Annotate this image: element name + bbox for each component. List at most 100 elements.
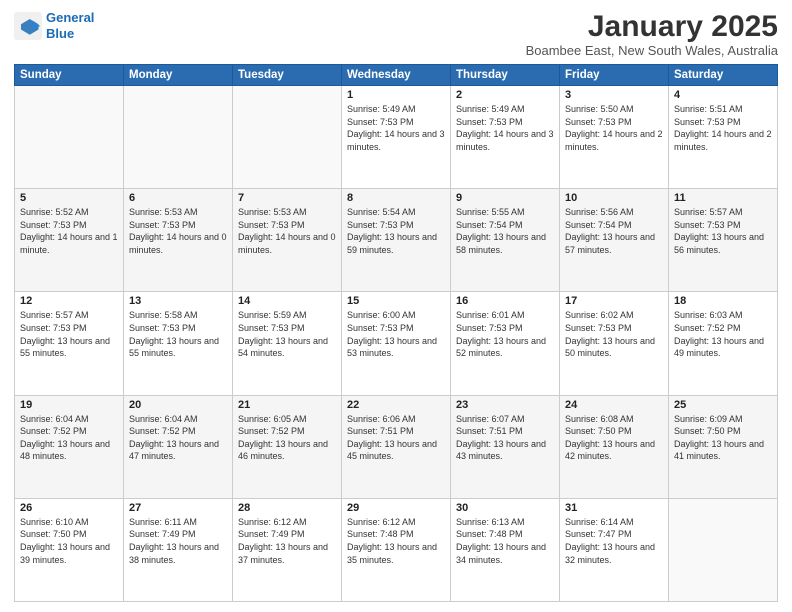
cell-details: Sunrise: 5:57 AM Sunset: 7:53 PM Dayligh… <box>20 309 118 359</box>
cell-details: Sunrise: 6:04 AM Sunset: 7:52 PM Dayligh… <box>20 413 118 463</box>
calendar-cell: 21 Sunrise: 6:05 AM Sunset: 7:52 PM Dayli… <box>233 395 342 498</box>
cell-details: Sunrise: 6:05 AM Sunset: 7:52 PM Dayligh… <box>238 413 336 463</box>
weekday-header-sunday: Sunday <box>15 65 124 86</box>
calendar-cell: 4 Sunrise: 5:51 AM Sunset: 7:53 PM Daylig… <box>669 86 778 189</box>
calendar-cell: 15 Sunrise: 6:00 AM Sunset: 7:53 PM Dayli… <box>342 292 451 395</box>
day-number: 1 <box>347 89 445 101</box>
calendar-cell: 6 Sunrise: 5:53 AM Sunset: 7:53 PM Daylig… <box>124 189 233 292</box>
cell-details: Sunrise: 5:49 AM Sunset: 7:53 PM Dayligh… <box>347 103 445 153</box>
cell-details: Sunrise: 5:52 AM Sunset: 7:53 PM Dayligh… <box>20 206 118 256</box>
weekday-header-tuesday: Tuesday <box>233 65 342 86</box>
logo-line2: Blue <box>46 26 74 41</box>
weekday-header-thursday: Thursday <box>451 65 560 86</box>
cell-details: Sunrise: 6:14 AM Sunset: 7:47 PM Dayligh… <box>565 516 663 566</box>
calendar-week-row: 12Sunrise: 5:57 AM Sunset: 7:53 PM Dayli… <box>15 292 778 395</box>
calendar-cell: 29 Sunrise: 6:12 AM Sunset: 7:48 PM Dayli… <box>342 498 451 601</box>
day-number: 11 <box>674 192 772 204</box>
day-number: 5 <box>20 192 118 204</box>
cell-details: Sunrise: 5:57 AM Sunset: 7:53 PM Dayligh… <box>674 206 772 256</box>
day-number: 10 <box>565 192 663 204</box>
cell-details: Sunrise: 6:00 AM Sunset: 7:53 PM Dayligh… <box>347 309 445 359</box>
day-number: 13 <box>129 295 227 307</box>
day-number: 16 <box>456 295 554 307</box>
cell-details: Sunrise: 6:03 AM Sunset: 7:52 PM Dayligh… <box>674 309 772 359</box>
calendar-cell: 24Sunrise: 6:08 AM Sunset: 7:50 PM Dayli… <box>560 395 669 498</box>
day-number: 18 <box>674 295 772 307</box>
calendar-cell: 27Sunrise: 6:11 AM Sunset: 7:49 PM Dayli… <box>124 498 233 601</box>
weekday-header-monday: Monday <box>124 65 233 86</box>
cell-details: Sunrise: 5:55 AM Sunset: 7:54 PM Dayligh… <box>456 206 554 256</box>
day-number: 29 <box>347 502 445 514</box>
logo-icon <box>14 12 42 40</box>
calendar-cell: 28 Sunrise: 6:12 AM Sunset: 7:49 PM Dayli… <box>233 498 342 601</box>
cell-details: Sunrise: 6:04 AM Sunset: 7:52 PM Dayligh… <box>129 413 227 463</box>
day-number: 6 <box>129 192 227 204</box>
cell-details: Sunrise: 6:09 AM Sunset: 7:50 PM Dayligh… <box>674 413 772 463</box>
day-number: 8 <box>347 192 445 204</box>
calendar-cell: 10 Sunrise: 5:56 AM Sunset: 7:54 PM Dayli… <box>560 189 669 292</box>
day-number: 27 <box>129 502 227 514</box>
calendar-cell: 7Sunrise: 5:53 AM Sunset: 7:53 PM Daylig… <box>233 189 342 292</box>
day-number: 2 <box>456 89 554 101</box>
weekday-header-row: SundayMondayTuesdayWednesdayThursdayFrid… <box>15 65 778 86</box>
weekday-header-wednesday: Wednesday <box>342 65 451 86</box>
calendar-cell: 20 Sunrise: 6:04 AM Sunset: 7:52 PM Dayli… <box>124 395 233 498</box>
cell-details: Sunrise: 5:53 AM Sunset: 7:53 PM Dayligh… <box>238 206 336 256</box>
calendar-week-row: 1 Sunrise: 5:49 AM Sunset: 7:53 PM Daylig… <box>15 86 778 189</box>
calendar-cell: 13Sunrise: 5:58 AM Sunset: 7:53 PM Dayli… <box>124 292 233 395</box>
calendar-cell <box>124 86 233 189</box>
day-number: 17 <box>565 295 663 307</box>
calendar-cell: 26Sunrise: 6:10 AM Sunset: 7:50 PM Dayli… <box>15 498 124 601</box>
cell-details: Sunrise: 5:56 AM Sunset: 7:54 PM Dayligh… <box>565 206 663 256</box>
calendar-cell: 9Sunrise: 5:55 AM Sunset: 7:54 PM Daylig… <box>451 189 560 292</box>
day-number: 26 <box>20 502 118 514</box>
day-number: 25 <box>674 399 772 411</box>
calendar-cell: 17Sunrise: 6:02 AM Sunset: 7:53 PM Dayli… <box>560 292 669 395</box>
day-number: 4 <box>674 89 772 101</box>
cell-details: Sunrise: 6:06 AM Sunset: 7:51 PM Dayligh… <box>347 413 445 463</box>
cell-details: Sunrise: 6:01 AM Sunset: 7:53 PM Dayligh… <box>456 309 554 359</box>
cell-details: Sunrise: 6:12 AM Sunset: 7:49 PM Dayligh… <box>238 516 336 566</box>
weekday-header-friday: Friday <box>560 65 669 86</box>
day-number: 3 <box>565 89 663 101</box>
calendar-cell <box>669 498 778 601</box>
weekday-header-saturday: Saturday <box>669 65 778 86</box>
calendar-cell: 11 Sunrise: 5:57 AM Sunset: 7:53 PM Dayli… <box>669 189 778 292</box>
calendar-cell: 2 Sunrise: 5:49 AM Sunset: 7:53 PM Daylig… <box>451 86 560 189</box>
calendar-cell: 1 Sunrise: 5:49 AM Sunset: 7:53 PM Daylig… <box>342 86 451 189</box>
day-number: 30 <box>456 502 554 514</box>
calendar-cell <box>15 86 124 189</box>
cell-details: Sunrise: 5:59 AM Sunset: 7:53 PM Dayligh… <box>238 309 336 359</box>
calendar-cell: 3Sunrise: 5:50 AM Sunset: 7:53 PM Daylig… <box>560 86 669 189</box>
calendar-cell <box>233 86 342 189</box>
calendar-cell: 30 Sunrise: 6:13 AM Sunset: 7:48 PM Dayli… <box>451 498 560 601</box>
day-number: 23 <box>456 399 554 411</box>
day-number: 20 <box>129 399 227 411</box>
location: Boambee East, New South Wales, Australia <box>526 43 778 58</box>
calendar-cell: 12Sunrise: 5:57 AM Sunset: 7:53 PM Dayli… <box>15 292 124 395</box>
day-number: 31 <box>565 502 663 514</box>
cell-details: Sunrise: 6:07 AM Sunset: 7:51 PM Dayligh… <box>456 413 554 463</box>
cell-details: Sunrise: 5:49 AM Sunset: 7:53 PM Dayligh… <box>456 103 554 153</box>
page: General Blue January 2025 Boambee East, … <box>0 0 792 612</box>
day-number: 22 <box>347 399 445 411</box>
calendar-cell: 23 Sunrise: 6:07 AM Sunset: 7:51 PM Dayli… <box>451 395 560 498</box>
calendar-table: SundayMondayTuesdayWednesdayThursdayFrid… <box>14 64 778 602</box>
cell-details: Sunrise: 5:51 AM Sunset: 7:53 PM Dayligh… <box>674 103 772 153</box>
calendar-cell: 19Sunrise: 6:04 AM Sunset: 7:52 PM Dayli… <box>15 395 124 498</box>
calendar-cell: 31 Sunrise: 6:14 AM Sunset: 7:47 PM Dayli… <box>560 498 669 601</box>
logo-text: General Blue <box>46 10 94 41</box>
calendar-cell: 25 Sunrise: 6:09 AM Sunset: 7:50 PM Dayli… <box>669 395 778 498</box>
day-number: 15 <box>347 295 445 307</box>
title-block: January 2025 Boambee East, New South Wal… <box>526 10 778 58</box>
day-number: 28 <box>238 502 336 514</box>
cell-details: Sunrise: 6:12 AM Sunset: 7:48 PM Dayligh… <box>347 516 445 566</box>
day-number: 21 <box>238 399 336 411</box>
cell-details: Sunrise: 5:54 AM Sunset: 7:53 PM Dayligh… <box>347 206 445 256</box>
calendar-cell: 16 Sunrise: 6:01 AM Sunset: 7:53 PM Dayli… <box>451 292 560 395</box>
logo: General Blue <box>14 10 94 41</box>
calendar-cell: 14Sunrise: 5:59 AM Sunset: 7:53 PM Dayli… <box>233 292 342 395</box>
cell-details: Sunrise: 5:53 AM Sunset: 7:53 PM Dayligh… <box>129 206 227 256</box>
cell-details: Sunrise: 6:08 AM Sunset: 7:50 PM Dayligh… <box>565 413 663 463</box>
cell-details: Sunrise: 6:13 AM Sunset: 7:48 PM Dayligh… <box>456 516 554 566</box>
